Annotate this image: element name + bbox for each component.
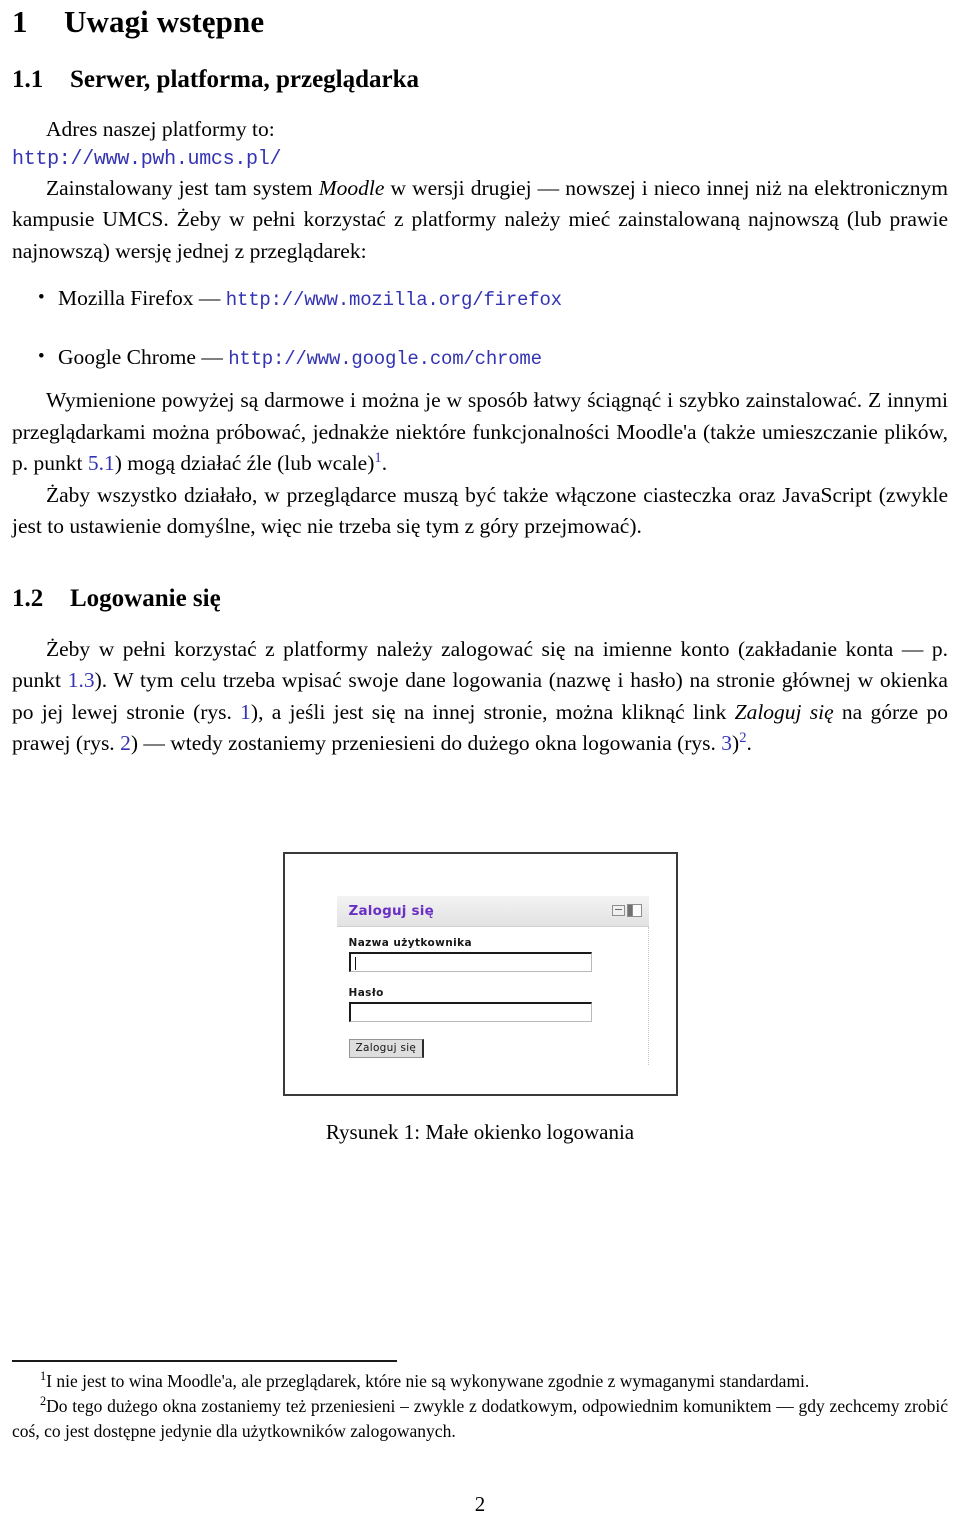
figure-ref-3[interactable]: 3 — [721, 731, 732, 755]
footnote-text: I nie jest to wina Moodle'a, ale przeglą… — [46, 1371, 810, 1391]
subsection-heading-1-1: 1.1 Serwer, platforma, przeglądarka — [12, 66, 948, 95]
figure-caption: Rysunek 1: Małe okienko logowania — [325, 1119, 635, 1144]
header-icon-group — [611, 904, 642, 918]
paragraph-cookies-js: Żaby wszystko działało, w przeglądarce m… — [12, 482, 948, 539]
section-title: Uwagi wstępne — [64, 4, 265, 39]
subsection-number: 1.2 — [12, 584, 44, 612]
text-caret — [354, 956, 356, 970]
username-input[interactable] — [348, 951, 592, 972]
figure-1: Zaloguj się Nazwa użytkownika Hasło Zalo… — [12, 851, 948, 1146]
minimize-icon[interactable] — [611, 905, 625, 917]
paragraph-browsers-free: Wymienione powyżej są darmowe i można je… — [12, 385, 948, 480]
footnote-text: Do tego dużego okna zostaniemy też przen… — [12, 1396, 948, 1441]
screenshot-frame: Zaloguj się Nazwa użytkownika Hasło Zalo… — [282, 851, 678, 1096]
username-label: Nazwa użytkownika — [348, 936, 472, 949]
page-number: 2 — [474, 1492, 486, 1516]
login-form: Nazwa użytkownika Hasło Zaloguj się — [337, 926, 649, 1065]
footnote-ref-1[interactable]: 1 — [374, 450, 381, 466]
document-page: 1 Uwagi wstępne 1.1 Serwer, platforma, prz… — [0, 0, 960, 1540]
cross-ref-1-3[interactable]: 1.3 — [68, 668, 95, 692]
figure-ref-2[interactable]: 2 — [120, 731, 131, 755]
password-label: Hasło — [348, 986, 384, 999]
dock-columns-icon[interactable] — [626, 904, 642, 918]
section-number: 1 — [12, 4, 28, 39]
para-part-b: ) mogą działać źle (lub wcale) — [114, 451, 375, 476]
subsection-heading-1-2: 1.2 Logowanie się — [12, 585, 948, 614]
section-heading-1: 1 Uwagi wstępne — [12, 0, 948, 40]
login-submit-button[interactable]: Zaloguj się — [348, 1038, 425, 1058]
para-part-c: ), a jeśli jest się na innej stronie, mo… — [250, 699, 735, 724]
para-part-g: . — [746, 731, 752, 756]
subsection-number: 1.1 — [12, 65, 44, 93]
browser-list: Mozilla Firefox — http://www.mozilla.org… — [12, 282, 948, 375]
list-item: Mozilla Firefox — http://www.mozilla.org… — [12, 282, 948, 316]
password-input[interactable] — [348, 1001, 592, 1022]
browser-name: Mozilla Firefox — [58, 286, 194, 311]
footnote-rule — [12, 1360, 397, 1362]
zaloguj-sie-link-text: Zaloguj się — [734, 699, 834, 724]
footnote-ref-2[interactable]: 2 — [739, 730, 746, 746]
para-part-c: . — [381, 451, 388, 476]
moodle-emphasis: Moodle — [318, 175, 385, 200]
platform-url[interactable]: http://www.pwh.umcs.pl/ — [12, 146, 948, 173]
paragraph-login-instructions: Żeby w pełni korzystać z platformy należ… — [12, 634, 948, 760]
para-part-e: ) — wtedy zostaniemy przeniesieni do duż… — [130, 731, 722, 756]
footnote-2: 2Do tego dużego okna zostaniemy też prze… — [12, 1394, 948, 1444]
list-item: Google Chrome — http://www.google.com/ch… — [12, 341, 948, 375]
login-block-header: Zaloguj się — [336, 895, 649, 927]
browser-dash: — — [195, 345, 229, 370]
login-block-title: Zaloguj się — [348, 902, 434, 919]
figure-ref-1[interactable]: 1 — [240, 700, 251, 724]
footnote-area: 1I nie jest to wina Moodle'a, ale przegl… — [12, 1360, 948, 1444]
login-block: Zaloguj się Nazwa użytkownika Hasło Zalo… — [336, 895, 649, 1065]
browser-name: Google Chrome — [58, 345, 196, 370]
subsection-title: Serwer, platforma, przeglądarka — [70, 65, 420, 93]
footnote-1: 1I nie jest to wina Moodle'a, ale przegl… — [12, 1369, 948, 1394]
para-part-a: Zainstalowany jest tam system — [46, 175, 319, 200]
browser-dash: — — [193, 286, 226, 311]
paragraph-moodle-version: Zainstalowany jest tam system Moodle w w… — [12, 173, 948, 268]
browser-url[interactable]: http://www.mozilla.org/firefox — [226, 289, 562, 311]
browser-url[interactable]: http://www.google.com/chrome — [228, 348, 542, 370]
subsection-title: Logowanie się — [70, 584, 221, 612]
cross-ref-5-1[interactable]: 5.1 — [88, 451, 115, 475]
intro-paragraph: Adres naszej platformy to: — [46, 117, 275, 142]
